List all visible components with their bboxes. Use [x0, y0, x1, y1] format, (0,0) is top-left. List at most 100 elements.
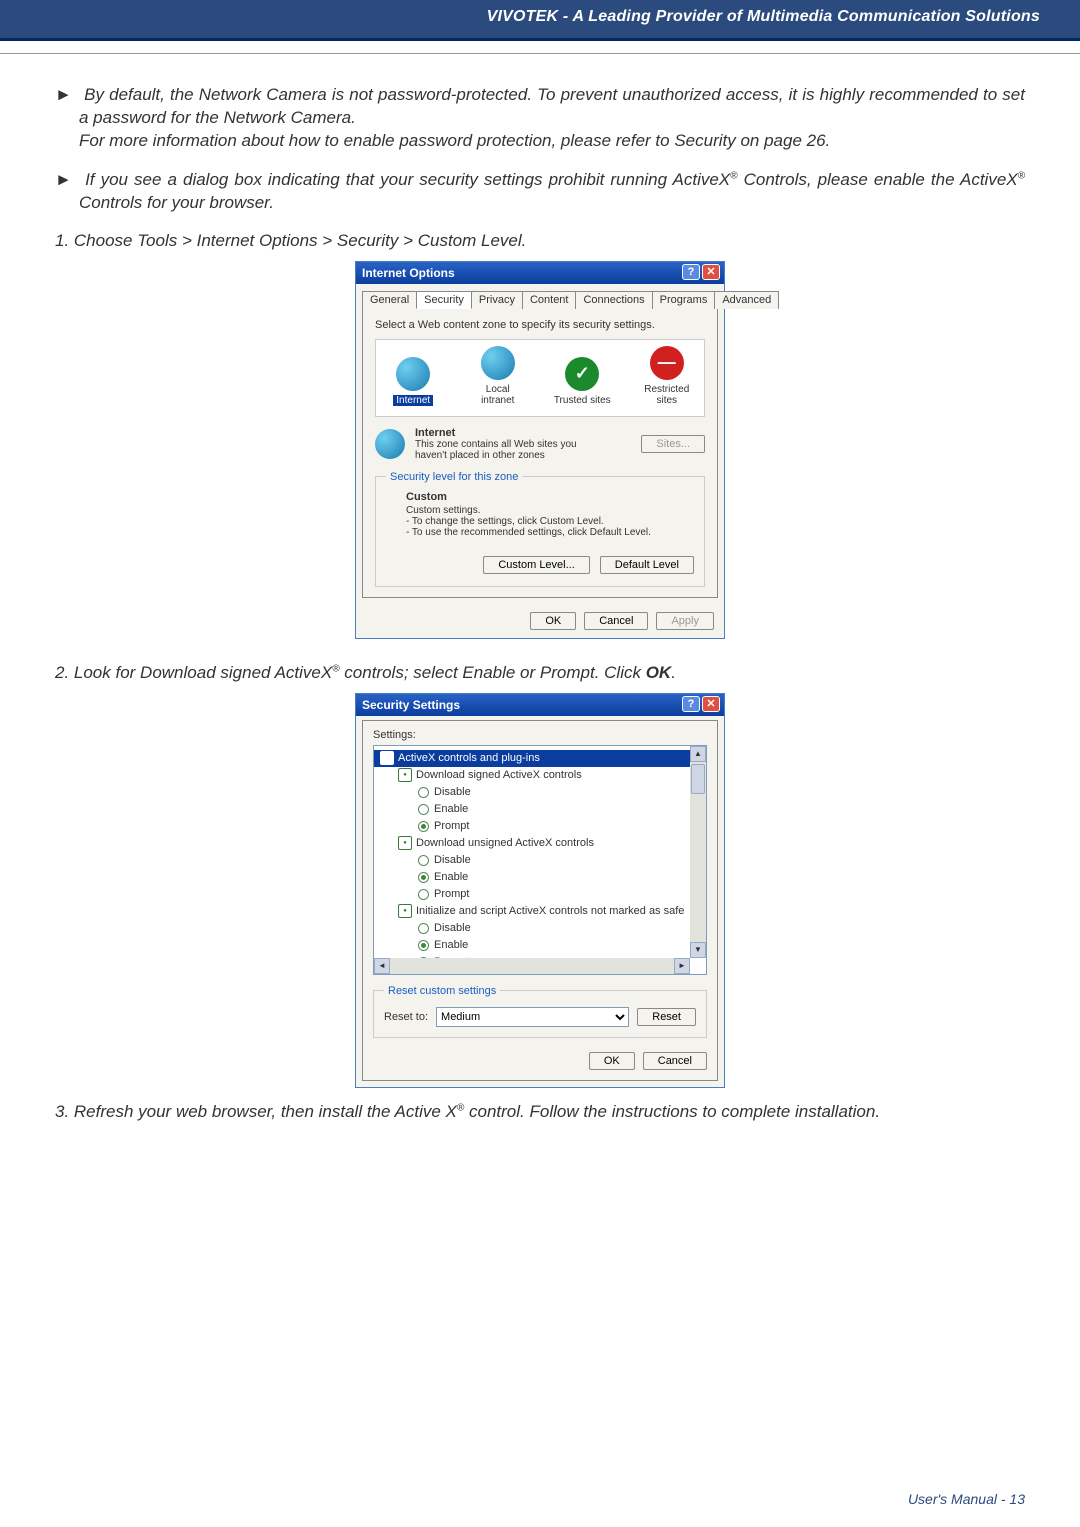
scroll-right-icon[interactable]: ► [674, 958, 690, 974]
horizontal-scrollbar[interactable]: ◄ ► [374, 958, 690, 974]
custom-sub1: - To change the settings, click Custom L… [406, 516, 694, 527]
note-2-b: Controls, please enable the ActiveX [744, 170, 1018, 189]
radio-icon [418, 889, 429, 900]
tree-item-download-signed[interactable]: Download signed ActiveX controls [374, 767, 706, 784]
step-3-b: control. Follow the instructions to comp… [469, 1102, 880, 1121]
radio-prompt[interactable]: Prompt [374, 818, 706, 835]
zone-trusted-sites[interactable]: Trusted sites [553, 357, 612, 406]
settings-label: Settings: [373, 729, 707, 741]
security-level-legend: Security level for this zone [386, 471, 522, 483]
radio-label: Disable [434, 854, 471, 866]
security-settings-dialog: Security Settings ? ✕ Settings: ActiveX … [355, 693, 725, 1088]
close-button[interactable]: ✕ [702, 264, 720, 280]
reset-to-select[interactable]: Medium [436, 1007, 629, 1027]
radio-icon [418, 940, 429, 951]
globe-icon [481, 346, 515, 380]
step-2-d: . [671, 663, 676, 682]
radio-label: Prompt [434, 888, 469, 900]
radio-enable[interactable]: Enable [374, 869, 706, 886]
radio-label: Enable [434, 871, 468, 883]
vertical-scrollbar[interactable]: ▲ ▼ [690, 746, 706, 958]
zone-local-intranet[interactable]: Local intranet [469, 346, 528, 406]
dialog-titlebar: Security Settings ? ✕ [356, 694, 724, 716]
radio-icon [418, 787, 429, 798]
step-3: 3. Refresh your web browser, then instal… [55, 1102, 1025, 1122]
zone-internet[interactable]: Internet [384, 357, 443, 406]
scroll-thumb[interactable] [691, 764, 705, 794]
step-2-ok: OK [646, 663, 672, 682]
tab-advanced[interactable]: Advanced [714, 291, 779, 309]
zone-trusted-label: Trusted sites [554, 395, 611, 406]
tab-programs[interactable]: Programs [652, 291, 716, 309]
custom-title: Custom [406, 491, 694, 503]
zone-restricted-sites[interactable]: Restricted sites [638, 346, 697, 406]
ok-button[interactable]: OK [530, 612, 576, 630]
ok-button[interactable]: OK [589, 1052, 635, 1070]
close-button[interactable]: ✕ [702, 696, 720, 712]
radio-disable[interactable]: Disable [374, 920, 706, 937]
radio-prompt[interactable]: Prompt [374, 886, 706, 903]
security-tab-panel: Select a Web content zone to specify its… [362, 308, 718, 598]
note-1: ► By default, the Network Camera is not … [55, 84, 1025, 153]
note-2-a: If you see a dialog box indicating that … [85, 170, 730, 189]
zone-description: Internet This zone contains all Web site… [375, 427, 705, 461]
dialog-footer: OK Cancel [373, 1052, 707, 1070]
custom-level-button[interactable]: Custom Level... [483, 556, 589, 574]
tab-security[interactable]: Security [416, 291, 472, 309]
radio-disable[interactable]: Disable [374, 852, 706, 869]
tree-item-init-script[interactable]: Initialize and script ActiveX controls n… [374, 903, 706, 920]
cancel-button[interactable]: Cancel [643, 1052, 707, 1070]
tree-label: Download signed ActiveX controls [416, 769, 582, 781]
custom-sub2: - To use the recommended settings, click… [406, 527, 694, 538]
page-header: VIVOTEK - A Leading Provider of Multimed… [0, 0, 1080, 38]
registered-mark: ® [457, 1102, 464, 1113]
radio-enable[interactable]: Enable [374, 801, 706, 818]
dialog-title: Security Settings [362, 698, 460, 712]
sites-button[interactable]: Sites... [641, 435, 705, 453]
scroll-down-icon[interactable]: ▼ [690, 942, 706, 958]
dialog-footer: OK Cancel Apply [356, 604, 724, 638]
tree-item-download-unsigned[interactable]: Download unsigned ActiveX controls [374, 835, 706, 852]
help-button[interactable]: ? [682, 264, 700, 280]
note-1-line1: By default, the Network Camera is not pa… [79, 85, 1025, 127]
tab-strip: General Security Privacy Content Connect… [362, 290, 718, 308]
note-2: ► If you see a dialog box indicating tha… [55, 169, 1025, 215]
page-number: User's Manual - 13 [908, 1491, 1025, 1507]
zone-desc-line2: haven't placed in other zones [415, 450, 577, 461]
scroll-up-icon[interactable]: ▲ [690, 746, 706, 762]
step-3-a: 3. Refresh your web browser, then instal… [55, 1102, 457, 1121]
stop-icon [650, 346, 684, 380]
radio-disable[interactable]: Disable [374, 784, 706, 801]
tab-content[interactable]: Content [522, 291, 577, 309]
radio-label: Enable [434, 939, 468, 951]
tab-connections[interactable]: Connections [575, 291, 652, 309]
tree-item-activex-root[interactable]: ActiveX controls and plug-ins [374, 750, 706, 767]
radio-icon [418, 821, 429, 832]
tab-general[interactable]: General [362, 291, 417, 309]
reset-button[interactable]: Reset [637, 1008, 696, 1026]
radio-label: Disable [434, 922, 471, 934]
scroll-left-icon[interactable]: ◄ [374, 958, 390, 974]
radio-icon [418, 923, 429, 934]
arrow-icon: ► [55, 84, 79, 107]
tree-label: Initialize and script ActiveX controls n… [416, 905, 684, 917]
registered-mark: ® [1018, 170, 1025, 181]
gear-icon [380, 751, 394, 765]
settings-tree[interactable]: ActiveX controls and plug-ins Download s… [373, 745, 707, 975]
tab-privacy[interactable]: Privacy [471, 291, 523, 309]
cancel-button[interactable]: Cancel [584, 612, 648, 630]
radio-enable[interactable]: Enable [374, 937, 706, 954]
apply-button[interactable]: Apply [656, 612, 714, 630]
reset-legend: Reset custom settings [384, 985, 500, 997]
radio-icon [418, 855, 429, 866]
dialog-title: Internet Options [362, 266, 455, 280]
zone-internet-label: Internet [393, 395, 433, 406]
zone-selector: Internet Local intranet Trusted sites [375, 339, 705, 417]
note-1-line2: For more information about how to enable… [79, 131, 830, 150]
help-button[interactable]: ? [682, 696, 700, 712]
reset-group: Reset custom settings Reset to: Medium R… [373, 985, 707, 1038]
zone-restricted-label: Restricted sites [638, 384, 697, 406]
tree-label: ActiveX controls and plug-ins [398, 752, 540, 764]
internet-options-dialog: Internet Options ? ✕ General Security Pr… [355, 261, 725, 639]
default-level-button[interactable]: Default Level [600, 556, 694, 574]
